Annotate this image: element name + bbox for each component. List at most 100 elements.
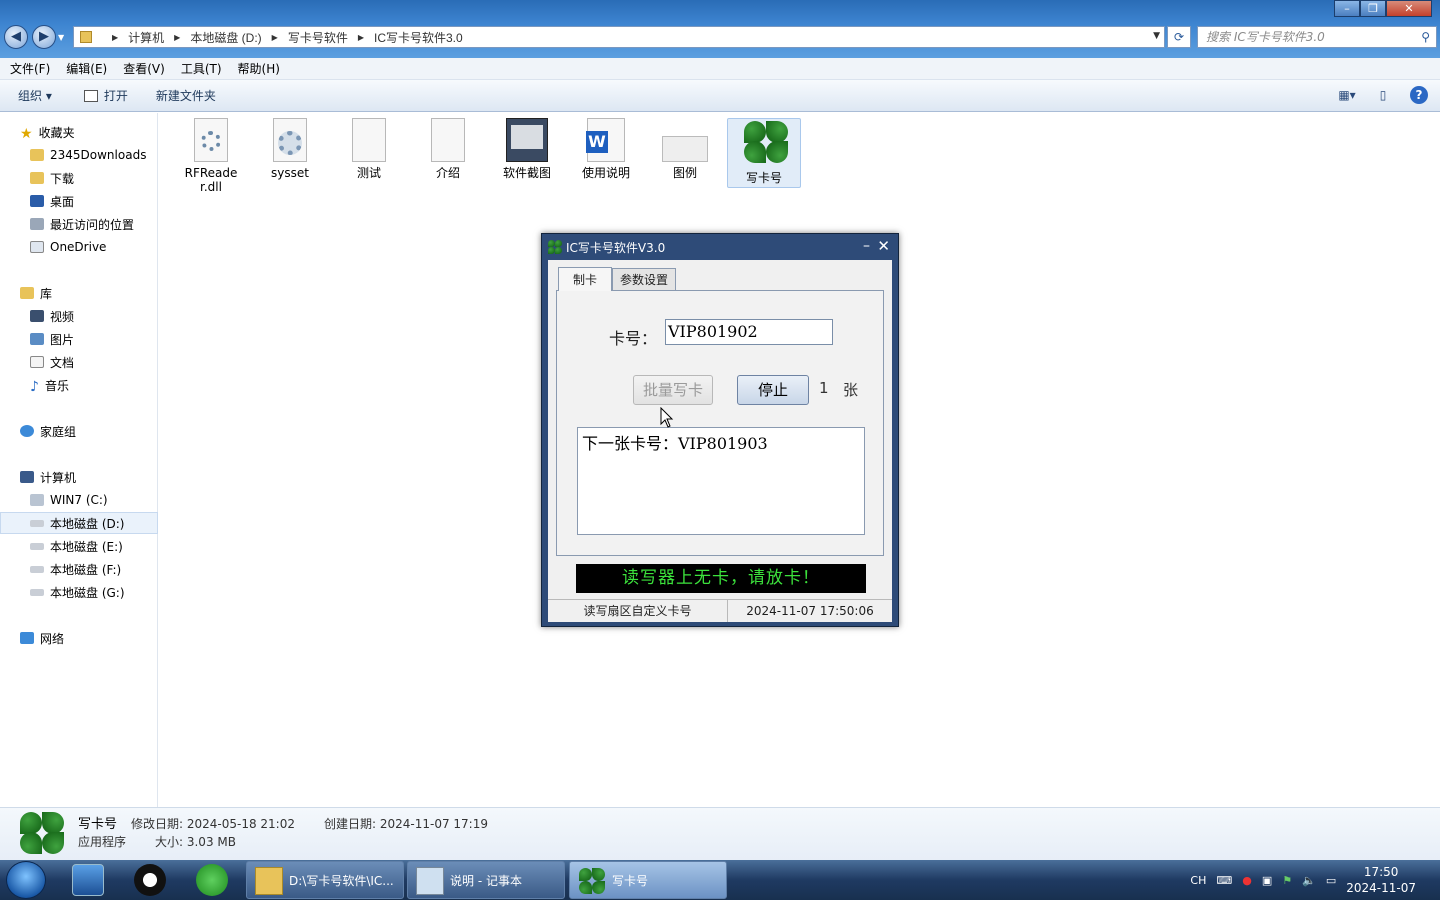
view-options-icon[interactable]: ▦▾ (1338, 86, 1356, 104)
help-icon[interactable]: ? (1410, 86, 1428, 104)
breadcrumb-drive-d[interactable]: 本地磁盘 (D:) (190, 29, 261, 46)
menu-edit[interactable]: 编辑(E) (66, 60, 107, 77)
tab-settings[interactable]: 参数设置 (612, 268, 676, 290)
nav-network-label: 网络 (40, 631, 65, 646)
file-writecard-exe[interactable]: 写卡号 (727, 118, 801, 188)
tab-make-card[interactable]: 制卡 (558, 267, 612, 291)
nav-item-music[interactable]: ♪ 音乐 (0, 374, 158, 396)
folder-icon (255, 867, 283, 895)
nav-drive-e[interactable]: 本地磁盘 (E:) (0, 535, 158, 557)
task-notepad[interactable]: 说明 - 记事本 (407, 861, 565, 899)
history-dropdown-icon[interactable]: ▼ (58, 33, 64, 42)
refresh-icon[interactable]: ⟳ (1167, 26, 1191, 48)
file-rfreader-dll[interactable]: RFReader.dll (174, 118, 248, 194)
browser-2345-icon[interactable] (196, 864, 228, 896)
menu-help[interactable]: 帮助(H) (238, 60, 280, 77)
file-legend[interactable]: 图例 (648, 118, 722, 180)
network-tray-icon[interactable]: ▭ (1326, 874, 1336, 887)
menu-tools[interactable]: 工具(T) (181, 60, 222, 77)
pictures-icon (30, 333, 44, 345)
menu-file[interactable]: 文件(F) (10, 60, 50, 77)
new-folder-button[interactable]: 新建文件夹 (156, 87, 216, 104)
task-label: 写卡号 (612, 873, 649, 888)
nav-item-onedrive[interactable]: OneDrive (0, 236, 158, 258)
computer-icon (20, 471, 34, 483)
nav-computer-label: 计算机 (40, 470, 77, 485)
address-dropdown-icon[interactable]: ▼ (1153, 31, 1160, 41)
file-label: sysset (271, 166, 309, 180)
card-number-input[interactable]: VIP801902 (665, 319, 833, 345)
nav-library[interactable]: 库 (0, 282, 158, 304)
nav-label: 下载 (50, 171, 75, 186)
window-controls: – ❐ ✕ (1334, 0, 1432, 17)
clock-date: 2024-11-07 (1346, 881, 1416, 895)
config-gear-icon (273, 118, 307, 162)
maximize-button[interactable]: ❐ (1360, 0, 1386, 17)
file-test[interactable]: 测试 (332, 118, 406, 180)
dialog-minimize-button[interactable]: – (863, 238, 870, 254)
batch-write-button[interactable]: 批量写卡 (633, 375, 713, 405)
address-bar[interactable]: ▶ 计算机 ▶ 本地磁盘 (D:) ▶ 写卡号软件 ▶ IC写卡号软件3.0 ▼ (73, 26, 1165, 48)
open-button[interactable]: 打开 (83, 87, 128, 104)
nav-network[interactable]: 网络 (0, 627, 158, 649)
drive-icon (30, 565, 44, 573)
nav-homegroup[interactable]: 家庭组 (0, 420, 158, 442)
breadcrumb-current[interactable]: IC写卡号软件3.0 (374, 29, 463, 46)
nav-favorites[interactable]: ★ 收藏夹 (0, 121, 158, 143)
text-file-icon (352, 118, 386, 162)
weibo-icon[interactable]: ● (1242, 874, 1252, 887)
qq-icon[interactable] (134, 864, 166, 896)
nav-homegroup-label: 家庭组 (40, 424, 77, 439)
nav-item-recent[interactable]: 最近访问的位置 (0, 213, 158, 235)
nav-item-downloads[interactable]: 下载 (0, 167, 158, 189)
nav-item-pictures[interactable]: 图片 (0, 328, 158, 350)
preview-pane-icon[interactable]: ▯ (1374, 86, 1392, 104)
file-sysset[interactable]: sysset (253, 118, 327, 180)
nav-drive-g[interactable]: 本地磁盘 (G:) (0, 581, 158, 603)
file-manual[interactable]: W 使用说明 (569, 118, 643, 180)
nav-drive-c[interactable]: WIN7 (C:) (0, 489, 158, 511)
ic-writer-dialog: IC写卡号软件V3.0 – ✕ 制卡 参数设置 卡号： VIP801902 批量… (541, 233, 899, 627)
keyboard-icon[interactable]: ⌨ (1216, 874, 1232, 887)
folder-icon (80, 31, 92, 43)
taskbar: D:\写卡号软件\IC... 说明 - 记事本 写卡号 CH ⌨ ● ▣ ⚑ 🔈… (0, 860, 1440, 900)
search-input[interactable]: 搜索 IC写卡号软件3.0 ⚲ (1197, 26, 1437, 48)
nav-library-label: 库 (40, 286, 53, 301)
dialog-close-button[interactable]: ✕ (877, 237, 890, 255)
nav-computer[interactable]: 计算机 (0, 466, 158, 488)
card-count-unit: 张 (843, 381, 859, 399)
task-explorer[interactable]: D:\写卡号软件\IC... (246, 861, 404, 899)
nav-label: OneDrive (50, 240, 107, 254)
nav-item-videos[interactable]: 视频 (0, 305, 158, 327)
file-screenshot[interactable]: 软件截图 (490, 118, 564, 180)
nav-drive-f[interactable]: 本地磁盘 (F:) (0, 558, 158, 580)
back-button[interactable]: ◀ (4, 25, 28, 49)
organize-button[interactable]: 组织 ▾ (18, 87, 52, 104)
menu-view[interactable]: 查看(V) (123, 60, 165, 77)
minimize-button[interactable]: – (1334, 0, 1360, 17)
search-icon[interactable]: ⚲ (1421, 27, 1430, 47)
file-intro[interactable]: 介绍 (411, 118, 485, 180)
nav-drive-d[interactable]: 本地磁盘 (D:) (0, 512, 158, 534)
nav-label: WIN7 (C:) (50, 493, 108, 507)
clock[interactable]: 17:50 2024-11-07 (1346, 864, 1416, 896)
stop-button[interactable]: 停止 (737, 375, 809, 405)
nav-item-2345downloads[interactable]: 2345Downloads (0, 144, 158, 166)
window-titlebar: – ❐ ✕ ◀ ▶ ▼ ▶ 计算机 ▶ 本地磁盘 (D:) ▶ 写卡号软件 ▶ … (0, 0, 1440, 58)
nav-item-desktop[interactable]: 桌面 (0, 190, 158, 212)
start-button[interactable] (6, 861, 46, 899)
nav-item-documents[interactable]: 文档 (0, 351, 158, 373)
security-icon[interactable]: ▣ (1262, 874, 1272, 887)
breadcrumb-folder[interactable]: 写卡号软件 (288, 29, 348, 46)
output-log: 下一张卡号：VIP801903 (577, 427, 865, 535)
breadcrumb-computer[interactable]: 计算机 (128, 29, 164, 46)
file-label: 测试 (356, 166, 381, 180)
language-indicator[interactable]: CH (1190, 874, 1206, 887)
task-writecard[interactable]: 写卡号 (569, 861, 727, 899)
nav-label: 本地磁盘 (F:) (50, 562, 122, 577)
volume-icon[interactable]: 🔈 (1302, 874, 1316, 887)
forward-button[interactable]: ▶ (32, 25, 56, 49)
desktop-shortcut-icon[interactable] (72, 864, 104, 896)
flag-icon[interactable]: ⚑ (1282, 874, 1292, 887)
close-button[interactable]: ✕ (1386, 0, 1432, 17)
